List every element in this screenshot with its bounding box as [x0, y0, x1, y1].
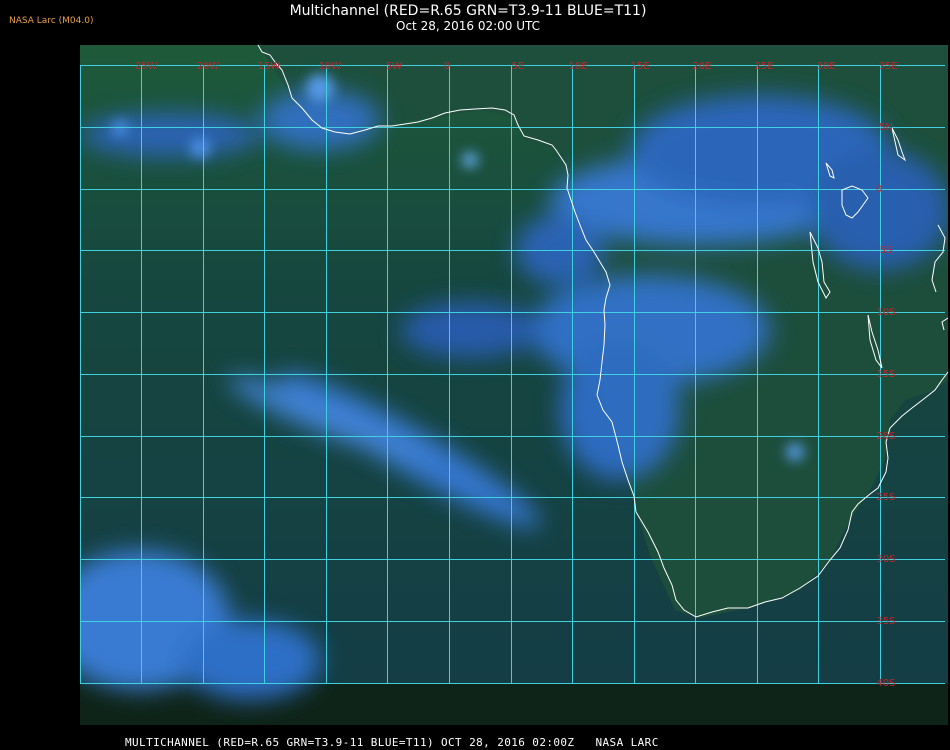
lat-label: 35S — [876, 616, 895, 627]
page-subtitle: Oct 28, 2016 02:00 UTC — [396, 19, 540, 33]
lon-label: 5W — [386, 61, 402, 72]
lon-label: 15E — [630, 61, 649, 72]
lat-label: 0 — [876, 184, 882, 195]
lat-label: 5S — [880, 245, 893, 256]
lon-label: 20E — [692, 61, 711, 72]
lon-label: 25E — [754, 61, 773, 72]
lon-label: 10E — [568, 61, 587, 72]
lon-label: 20W — [197, 61, 220, 72]
lon-label: 35E — [878, 61, 897, 72]
lat-label: 40S — [876, 678, 895, 689]
lon-label: 0 — [444, 61, 450, 72]
lat-label: 20S — [876, 431, 895, 442]
lon-label: 25W — [135, 61, 158, 72]
lat-label: 25S — [876, 492, 895, 503]
lon-label: 10W — [319, 61, 342, 72]
lon-label: 30E — [816, 61, 835, 72]
imagery — [80, 45, 948, 725]
lat-label: 5N — [879, 122, 893, 133]
footer-caption: MULTICHANNEL (RED=R.65 GRN=T3.9-11 BLUE=… — [125, 736, 659, 749]
lat-label: 30S — [876, 554, 895, 565]
satellite-map: 25W 20W 15W 10W 5W 0 5E 10E 15E 20E 25E … — [80, 44, 949, 725]
title-block: Multichannel (RED=R.65 GRN=T3.9-11 BLUE=… — [0, 3, 936, 33]
lon-label: 15W — [258, 61, 281, 72]
lat-label: 10S — [876, 307, 895, 318]
page-title: Multichannel (RED=R.65 GRN=T3.9-11 BLUE=… — [289, 3, 647, 19]
lat-label: 15S — [876, 369, 895, 380]
lon-label: 5E — [512, 61, 525, 72]
